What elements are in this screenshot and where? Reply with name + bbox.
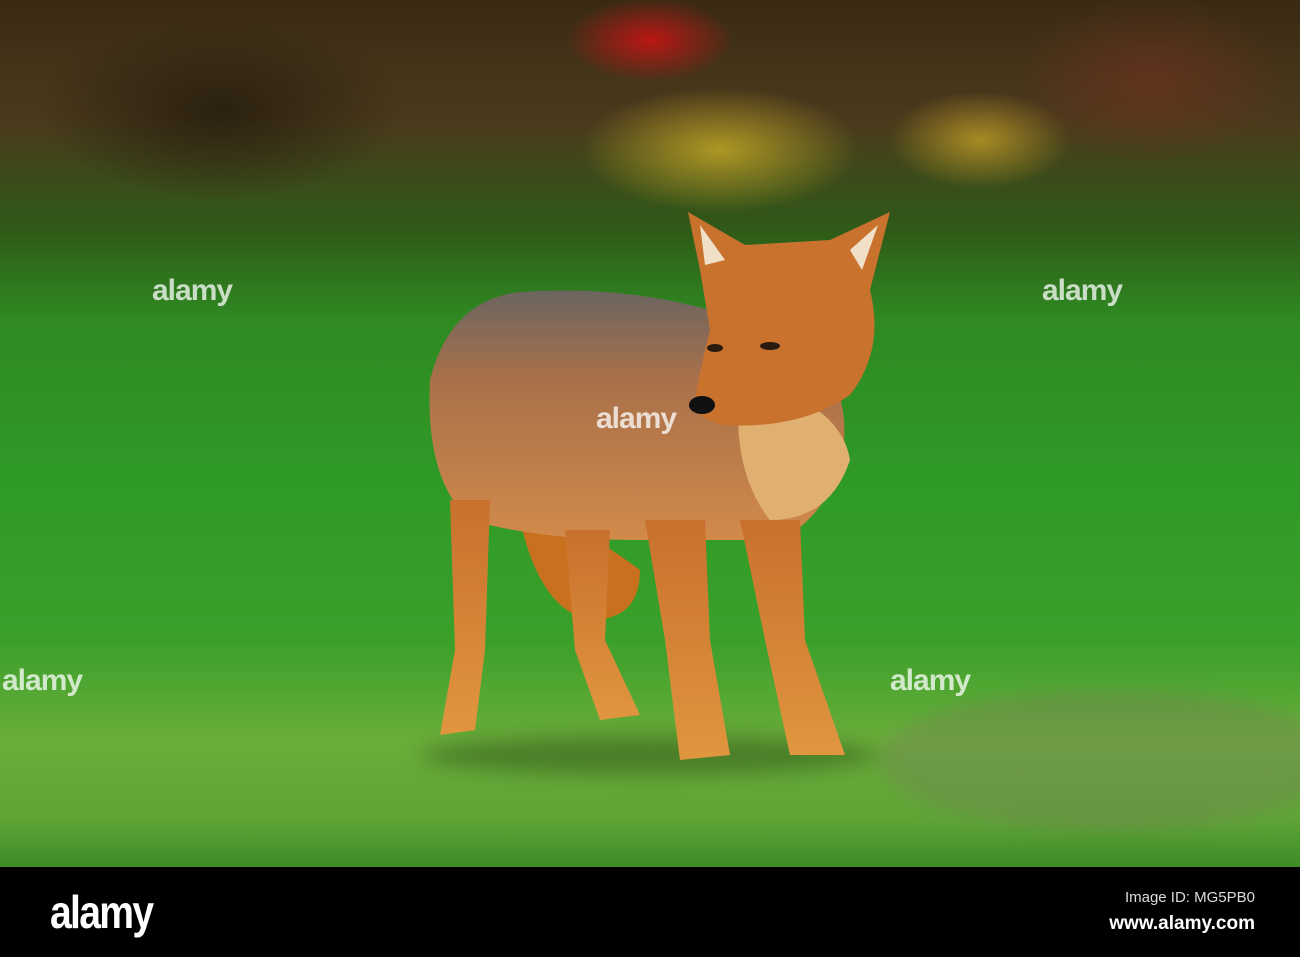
fox-eye	[760, 342, 780, 350]
watermark: alamy	[152, 274, 233, 307]
footer-bar: alamy Image ID: MG5PB0 www.alamy.com	[0, 867, 1300, 957]
website-url: www.alamy.com	[1109, 913, 1255, 934]
watermark: alamy	[2, 664, 83, 697]
image-id: Image ID: MG5PB0	[1124, 889, 1255, 906]
watermark: alamy	[596, 402, 677, 435]
fox-nose	[689, 396, 715, 414]
watermark: alamy	[1042, 274, 1123, 307]
fox-leg	[565, 530, 640, 720]
fox-photo: alamy alamy alamy alamy alamy	[0, 0, 1300, 867]
fox-eye	[707, 344, 723, 352]
fox-leg	[645, 520, 730, 760]
fox-leg	[440, 500, 490, 735]
alamy-logo: alamy	[50, 886, 154, 938]
watermark: alamy	[890, 664, 971, 697]
stock-photo-page: alamy alamy alamy alamy alamy alamy Imag…	[0, 0, 1300, 957]
fox-leg	[740, 520, 845, 755]
